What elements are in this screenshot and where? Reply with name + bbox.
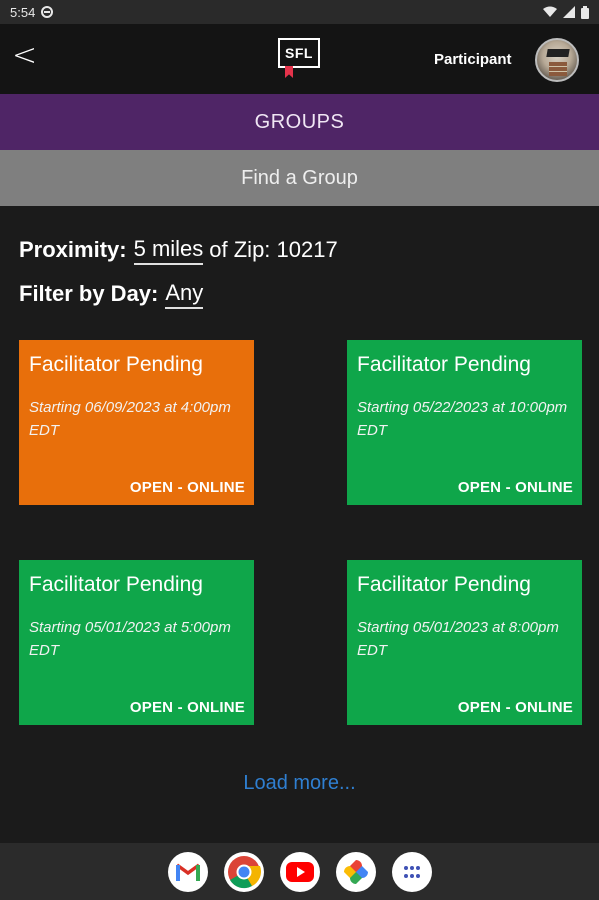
signal-icon [563,6,575,18]
app-dock [0,843,599,900]
card-title: Facilitator Pending [357,573,531,596]
logo-text: SFL [285,45,313,61]
group-card[interactable]: Facilitator Pending Starting 05/01/2023 … [347,560,582,725]
chrome-icon[interactable] [224,852,264,892]
photos-icon[interactable] [336,852,376,892]
wifi-icon [543,6,557,17]
card-title: Facilitator Pending [29,353,203,376]
card-title: Facilitator Pending [357,353,531,376]
filters: Proximity: 5 miles of Zip: 10217 Filter … [19,228,338,316]
battery-icon [581,5,589,19]
card-start-date: Starting 05/22/2023 at 10:00pm EDT [357,399,568,439]
card-title: Facilitator Pending [29,573,203,596]
day-select[interactable]: Any [165,280,204,309]
books-icon [549,62,567,76]
card-start-date: Starting 06/09/2023 at 4:00pm EDT [29,399,231,439]
find-group-button[interactable]: Find a Group [0,150,599,206]
app-bar: < SFL Participant [0,24,599,94]
day-filter-label: Filter by Day: [19,281,159,306]
groups-tab[interactable]: GROUPS [0,94,599,150]
load-more-link[interactable]: Load more... [0,772,599,795]
card-start-date: Starting 05/01/2023 at 5:00pm EDT [29,619,231,659]
back-arrow-icon[interactable]: < [12,41,42,72]
card-status: OPEN - ONLINE [129,699,245,716]
card-status: OPEN - ONLINE [129,479,245,496]
card-status: OPEN - ONLINE [457,699,573,716]
zip-label: of Zip: 10217 [209,237,338,262]
group-card[interactable]: Facilitator Pending Starting 05/01/2023 … [19,560,254,725]
proximity-filter: Proximity: 5 miles of Zip: 10217 [19,228,338,272]
youtube-icon[interactable] [280,852,320,892]
user-role-label[interactable]: Participant [434,51,512,68]
graduation-cap-icon [546,49,570,57]
gmail-icon[interactable] [168,852,208,892]
group-card[interactable]: Facilitator Pending Starting 06/09/2023 … [19,340,254,505]
group-card[interactable]: Facilitator Pending Starting 05/22/2023 … [347,340,582,505]
card-start-date: Starting 05/01/2023 at 8:00pm EDT [357,619,559,659]
status-time: 5:54 [10,4,36,20]
card-status: OPEN - ONLINE [457,479,573,496]
app-drawer-icon[interactable] [392,852,432,892]
day-filter: Filter by Day: Any [19,272,338,316]
status-bar: 5:54 [0,0,599,24]
proximity-select[interactable]: 5 miles [133,236,204,265]
avatar[interactable] [535,38,579,82]
do-not-disturb-icon [41,6,54,18]
proximity-label: Proximity: [19,237,127,262]
bookmark-ribbon-icon [285,66,293,78]
sfl-logo: SFL [278,38,320,68]
